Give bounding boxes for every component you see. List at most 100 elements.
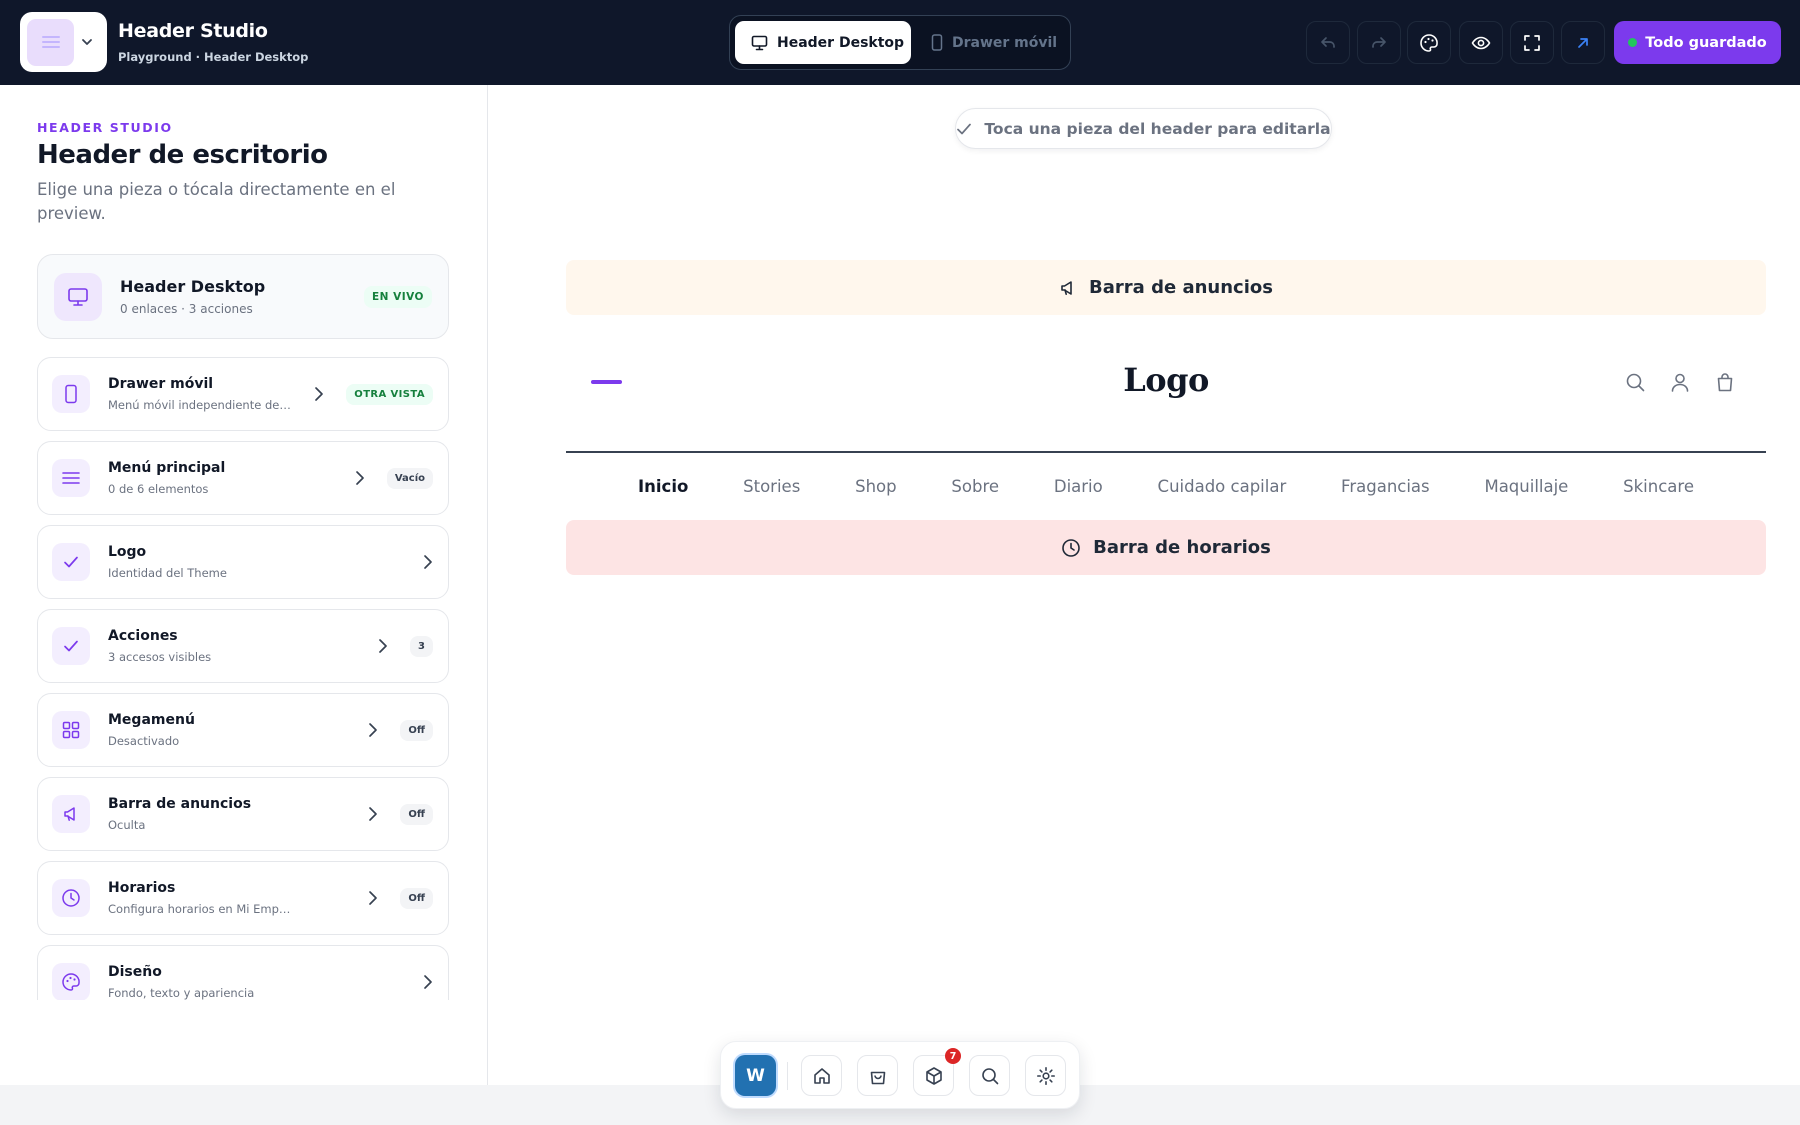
search-icon (980, 1066, 1000, 1086)
sidebar: HEADER STUDIO Header de escritorio Elige… (0, 85, 488, 1085)
nav-item-cuidado-capilar[interactable]: Cuidado capilar (1158, 477, 1287, 496)
header-actions (1624, 371, 1736, 393)
redo-button[interactable] (1357, 21, 1401, 64)
top-bar: Header Studio Playground · Header Deskto… (0, 0, 1800, 85)
edit-hint-text: Toca una pieza del header para editarla (984, 119, 1331, 138)
chevron-right-icon (423, 554, 433, 570)
sidebar-item-title: Barra de anuncios (108, 796, 252, 812)
status-badge: Off (400, 803, 433, 825)
chevron-right-icon (378, 638, 388, 654)
sidebar-item-megamenu[interactable]: Megamenú Desactivado Off (37, 693, 449, 767)
nav-item-sobre[interactable]: Sobre (951, 477, 999, 496)
sidebar-item-acciones[interactable]: Acciones 3 accesos visibles 3 (37, 609, 449, 683)
save-status-button[interactable]: Todo guardado (1614, 21, 1781, 64)
header-divider (566, 451, 1766, 453)
sidebar-item-title: Diseño (108, 964, 162, 980)
shopping-bag-icon[interactable] (1714, 371, 1736, 393)
status-badge: OTRA VISTA (346, 383, 433, 405)
header-preview: Logo (566, 345, 1766, 421)
chevron-right-icon (368, 806, 378, 822)
fullscreen-button[interactable] (1510, 21, 1554, 64)
package-icon (924, 1066, 944, 1086)
check-icon (52, 543, 90, 581)
count-badge: 3 (410, 635, 433, 657)
chevron-right-icon (355, 470, 365, 486)
tab-header-desktop-label: Header Desktop (777, 34, 905, 51)
nav-item-inicio[interactable]: Inicio (638, 477, 688, 496)
sidebar-item-subtitle: Menú móvil independiente del header de e… (108, 398, 293, 412)
nav-item-fragancias[interactable]: Fragancias (1341, 477, 1430, 496)
header-desktop-card[interactable]: Header Desktop 0 enlaces · 3 acciones EN… (37, 254, 449, 339)
home-button[interactable] (801, 1055, 842, 1096)
status-badge: Off (400, 887, 433, 909)
tab-drawer-movil[interactable]: Drawer móvil (915, 21, 1065, 64)
clock-icon (1061, 538, 1081, 558)
search-icon[interactable] (1624, 371, 1646, 393)
fullscreen-icon (1523, 34, 1541, 52)
sidebar-item-barra-de-anuncios[interactable]: Barra de anuncios Oculta Off (37, 777, 449, 851)
open-site-button[interactable] (1561, 21, 1605, 64)
sidebar-item-subtitle: 3 accesos visibles (108, 650, 212, 664)
theme-button[interactable] (1407, 21, 1451, 64)
settings-button[interactable] (1025, 1055, 1066, 1096)
monitor-icon (54, 272, 102, 321)
nav-item-stories[interactable]: Stories (743, 477, 800, 496)
home-icon (812, 1066, 832, 1086)
nav-item-shop[interactable]: Shop (855, 477, 897, 496)
palette-icon (1419, 33, 1439, 53)
sidebar-item-title: Horarios (108, 880, 176, 896)
tab-drawer-movil-label: Drawer móvil (952, 34, 1058, 51)
sidebar-item-title: Logo (108, 544, 147, 560)
check-icon (52, 627, 90, 665)
header-desktop-card-subtitle: 0 enlaces · 3 acciones (120, 302, 253, 316)
sidebar-eyebrow: HEADER STUDIO (37, 120, 173, 135)
sidebar-item-subtitle: Identidad del Theme (108, 566, 227, 580)
sidebar-item-drawer-movil[interactable]: Drawer móvil Menú móvil independiente de… (37, 357, 449, 431)
announcement-bar-label: Barra de anuncios (1089, 277, 1273, 298)
preview-button[interactable] (1459, 21, 1503, 64)
chevron-right-icon (314, 386, 324, 402)
app-title: Header Studio (118, 20, 268, 42)
wordpress-button[interactable]: W (735, 1055, 776, 1096)
shop-button[interactable] (857, 1055, 898, 1096)
app-switcher[interactable] (20, 12, 107, 72)
check-icon (956, 122, 972, 136)
shopping-bag-icon (868, 1066, 888, 1086)
undo-button[interactable] (1306, 21, 1350, 64)
nav-item-diario[interactable]: Diario (1054, 477, 1103, 496)
redo-icon (1370, 34, 1388, 52)
nav-item-maquillaje[interactable]: Maquillaje (1484, 477, 1568, 496)
sidebar-item-subtitle: 0 de 6 elementos (108, 482, 209, 496)
hours-bar[interactable]: Barra de horarios (566, 520, 1766, 575)
sidebar-item-subtitle: Configura horarios en Mi Empresa (108, 902, 293, 916)
user-icon[interactable] (1669, 371, 1691, 393)
chevron-right-icon (423, 974, 433, 990)
clock-icon (52, 879, 90, 917)
sidebar-description: Elige una pieza o tócala directamente en… (37, 180, 396, 223)
monitor-icon (751, 35, 768, 51)
smartphone-icon (52, 375, 90, 413)
chevron-right-icon (368, 890, 378, 906)
announcement-bar[interactable]: Barra de anuncios (566, 260, 1766, 315)
tab-header-desktop[interactable]: Header Desktop (735, 21, 911, 64)
sidebar-item-logo[interactable]: Logo Identidad del Theme (37, 525, 449, 599)
sidebar-item-subtitle: Oculta (108, 818, 146, 832)
nav-item-skincare[interactable]: Skincare (1623, 477, 1694, 496)
main-nav: Inicio Stories Shop Sobre Diario Cuidado… (566, 460, 1766, 512)
sidebar-item-subtitle: Fondo, texto y apariencia (108, 986, 255, 1000)
header-desktop-card-title: Header Desktop (120, 277, 266, 296)
logo[interactable]: Logo (566, 361, 1766, 399)
notification-badge: 7 (945, 1048, 961, 1064)
eye-icon (1471, 33, 1491, 53)
save-status-label: Todo guardado (1645, 34, 1767, 51)
sidebar-item-diseno[interactable]: Diseño Fondo, texto y apariencia (37, 945, 449, 1000)
sidebar-section-list: Drawer móvil Menú móvil independiente de… (37, 357, 449, 1000)
sidebar-item-horarios[interactable]: Horarios Configura horarios en Mi Empres… (37, 861, 449, 935)
grid-icon (52, 711, 90, 749)
hours-bar-label: Barra de horarios (1093, 537, 1271, 558)
sidebar-item-menu-principal[interactable]: Menú principal 0 de 6 elementos Vacío (37, 441, 449, 515)
external-link-icon (1575, 35, 1591, 51)
status-badge: Off (400, 719, 433, 741)
megaphone-icon (1059, 279, 1077, 297)
search-button[interactable] (969, 1055, 1010, 1096)
